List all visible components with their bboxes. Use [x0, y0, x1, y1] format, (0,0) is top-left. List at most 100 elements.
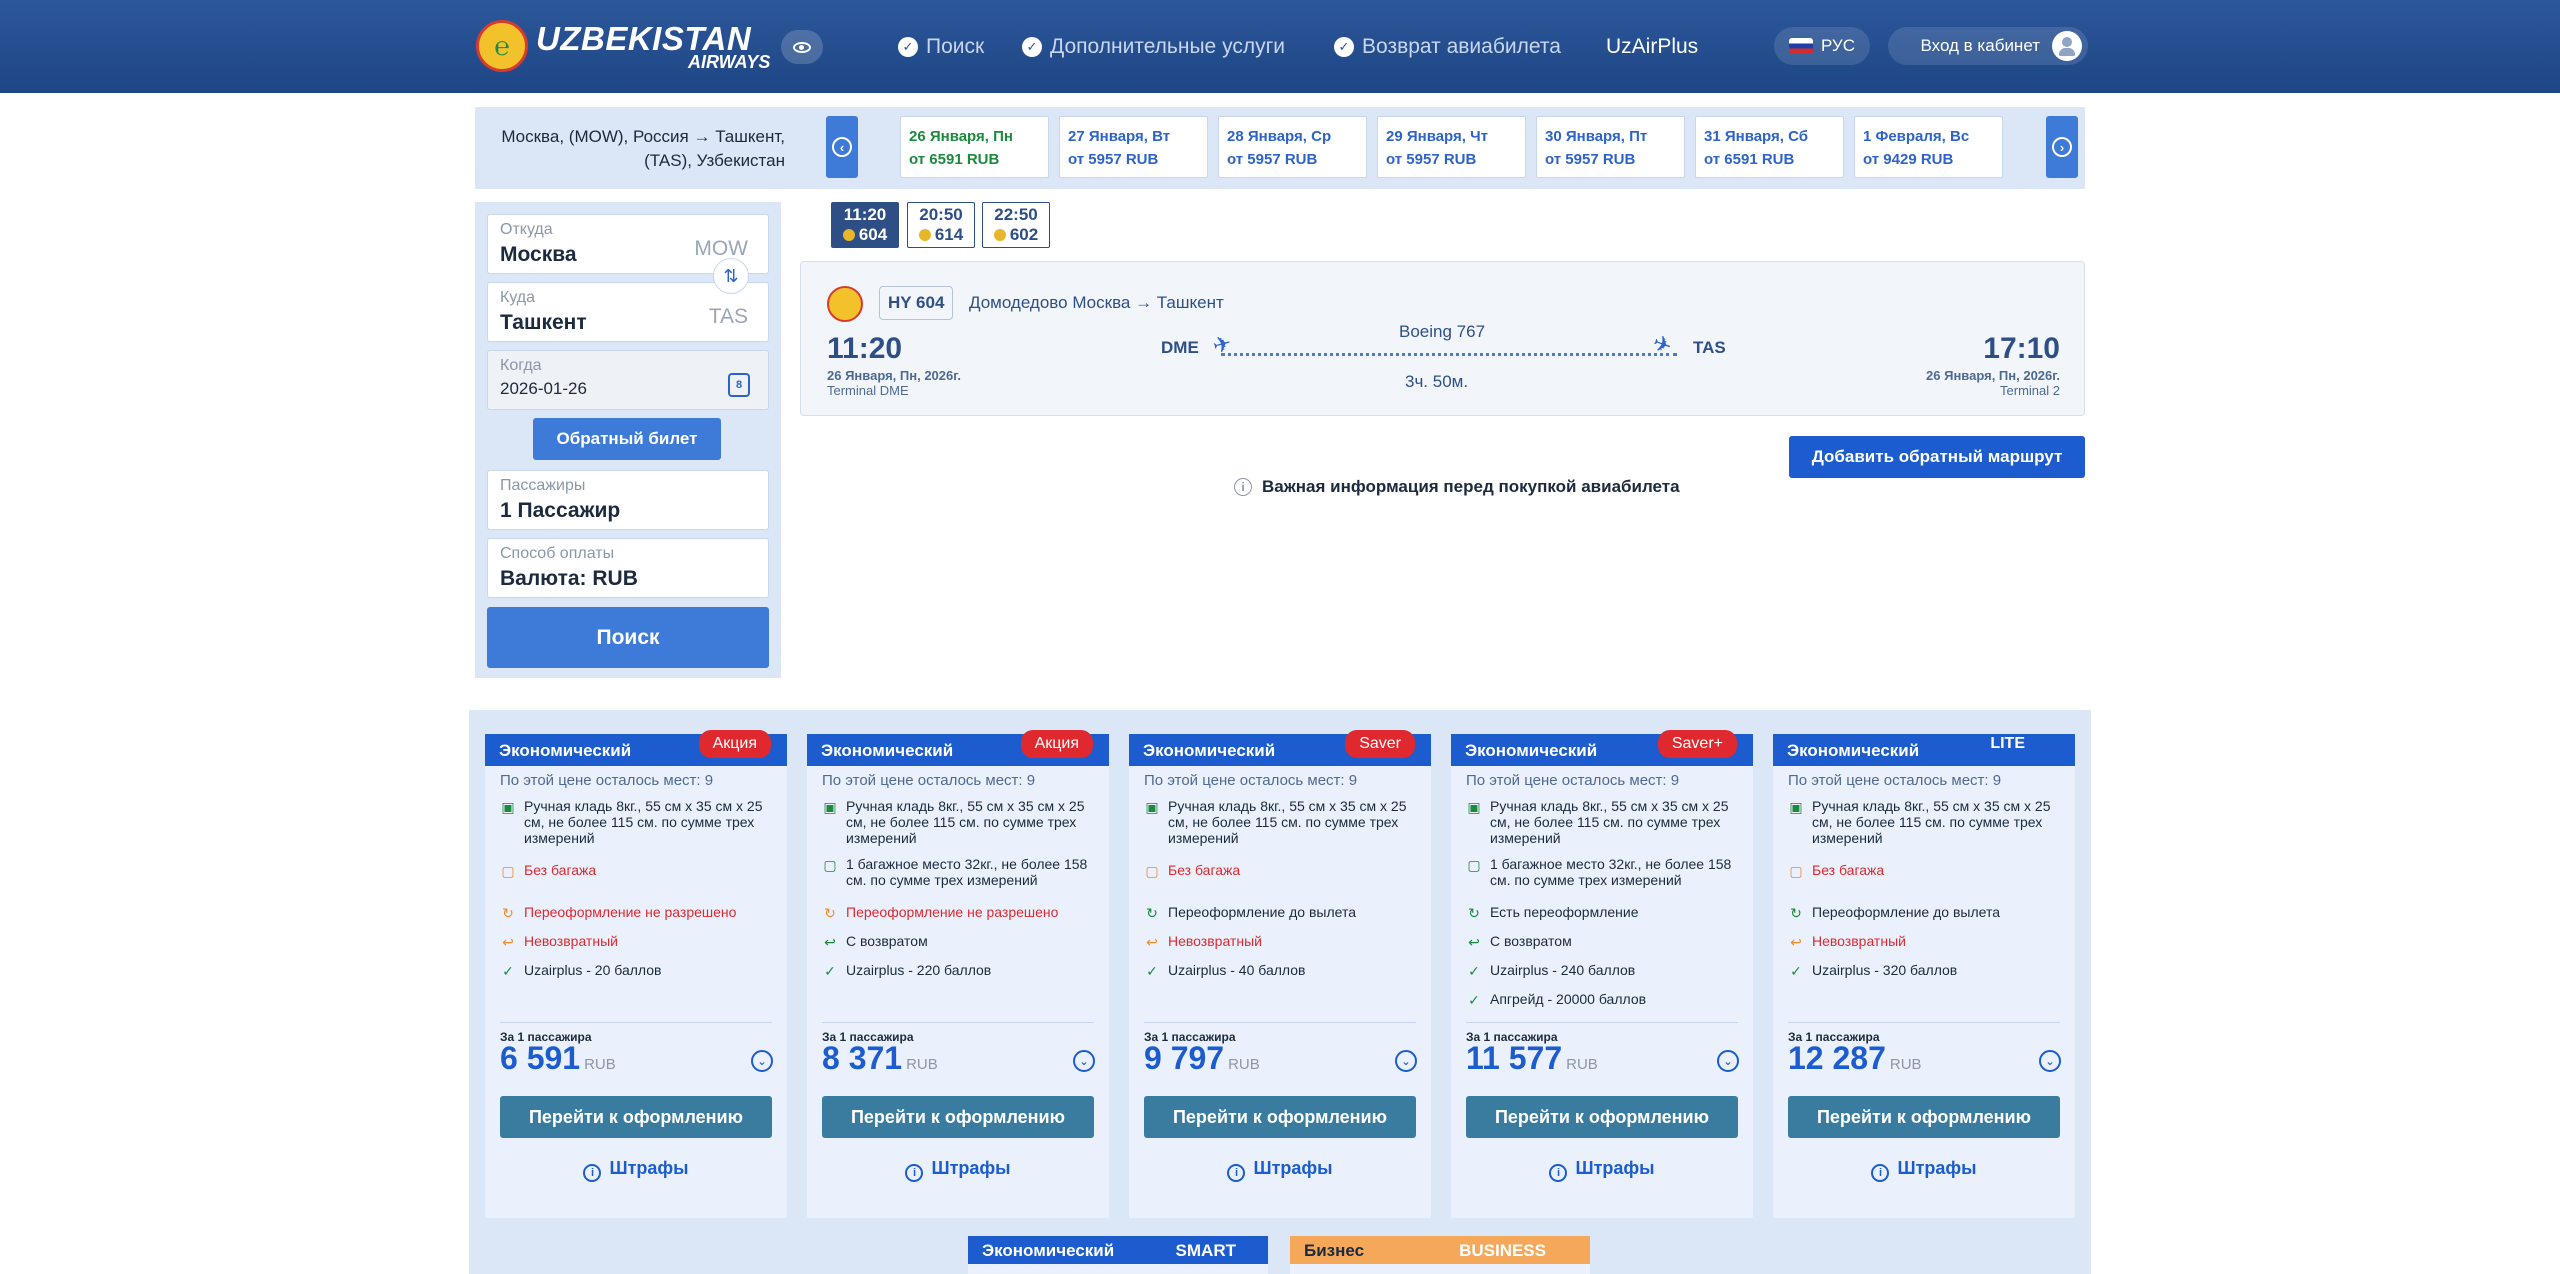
payment-method-field[interactable]: Способ оплаты Валюта: RUB [487, 538, 769, 598]
info-icon: i [1234, 478, 1252, 496]
add-return-route-button[interactable]: Добавить обратный маршрут [1789, 436, 2085, 478]
language-selector[interactable]: РУС [1774, 27, 1870, 65]
feature-text: Ручная кладь 8кг., 55 см х 35 см х 25 см… [1168, 798, 1407, 846]
seats-left: По этой цене осталось мест: 9 [1788, 772, 2002, 789]
time-tab[interactable]: 22:50 602 [982, 202, 1050, 248]
field-value: Валюта: RUB [500, 567, 638, 590]
fare-feature: ▣ Ручная кладь 8кг., 55 см х 35 см х 25 с… [1788, 798, 2063, 846]
fare-feature: ↻ Есть переоформление [1466, 904, 1741, 921]
check-icon: ✓ [502, 963, 514, 979]
field-value: 2026-01-26 [500, 379, 587, 398]
feature-text: Без багажа [1812, 862, 1885, 878]
fines-link[interactable]: i Штрафы [485, 1158, 787, 1182]
important-info-label: Важная информация перед покупкой авиабил… [1262, 477, 1680, 496]
date-label: 1 Февраля, Вс [1863, 128, 1970, 145]
fines-link[interactable]: i Штрафы [1773, 1158, 2075, 1182]
expand-chevron-icon[interactable]: ⌄ [1717, 1050, 1739, 1072]
divider [500, 1022, 772, 1023]
fare-price: 9 797 RUB [1144, 1040, 1260, 1077]
fare-feature: ▣ Ручная кладь 8кг., 55 см х 35 см х 25 с… [1144, 798, 1419, 846]
fare-feature: ✓ Uzairplus - 320 баллов [1788, 962, 2063, 979]
checkout-button[interactable]: Перейти к оформлению [500, 1096, 772, 1138]
fines-link[interactable]: i Штрафы [1129, 1158, 1431, 1182]
feature-text: Ручная кладь 8кг., 55 см х 35 см х 25 см… [846, 798, 1085, 846]
refund-icon: ↩ [1790, 934, 1802, 950]
feature-text: С возвратом [1490, 933, 1572, 949]
russia-flag-icon [1788, 38, 1813, 54]
flight-details-card: HY 604 Домодедово Москва → Ташкент 11:20… [800, 261, 2085, 416]
date-card[interactable]: 29 Января, Чт от 5957 RUB [1377, 116, 1526, 178]
accessibility-eye-button[interactable] [781, 30, 823, 64]
date-card[interactable]: 27 Января, Вт от 5957 RUB [1059, 116, 1208, 178]
passengers-field[interactable]: Пассажиры 1 Пассажир [487, 470, 769, 530]
feature-text: Ручная кладь 8кг., 55 см х 35 см х 25 см… [1812, 798, 2051, 846]
refund-icon: ↩ [502, 934, 514, 950]
expand-chevron-icon[interactable]: ⌄ [751, 1050, 773, 1072]
fare-price: 12 287 RUB [1788, 1040, 1922, 1077]
time-tab[interactable]: 20:50 614 [907, 202, 975, 248]
nav-search[interactable]: ✓ Поиск [898, 30, 984, 64]
fare-header: Экономический Saver [1129, 730, 1431, 766]
route-line: (TAS), Узбекистан [644, 151, 785, 170]
fare-title: Экономический [821, 741, 954, 760]
date-price: от 5957 RUB [1386, 151, 1477, 168]
route-summary: Москва, (MOW), Россия → Ташкент, (TAS), … [485, 125, 785, 173]
checkout-button[interactable]: Перейти к оформлению [822, 1096, 1094, 1138]
fare-card-smart[interactable]: Экономический SMART [968, 1236, 1268, 1274]
fare-feature: ✓ Uzairplus - 240 баллов [1466, 962, 1741, 979]
check-icon: ✓ [1022, 37, 1042, 57]
field-label: Способ оплаты [500, 545, 615, 562]
feature-text: 1 багажное место 32кг., не более 158 см.… [846, 856, 1088, 888]
feature-text: Есть переоформление [1490, 904, 1639, 920]
fare-price: 11 577 RUB [1466, 1040, 1598, 1077]
nav-uzairplus[interactable]: UzAirPlus [1606, 30, 1698, 64]
nav-ticket-refund[interactable]: ✓ Возврат авиабилета [1334, 30, 1561, 64]
expand-chevron-icon[interactable]: ⌄ [1395, 1050, 1417, 1072]
fare-badge: LITE [1990, 735, 2025, 752]
checkout-button[interactable]: Перейти к оформлению [1144, 1096, 1416, 1138]
airline-logo[interactable]: ℮ UZBEKISTAN AIRWAYS [476, 18, 770, 74]
feature-text: Uzairplus - 20 баллов [524, 962, 662, 978]
nav-extra-services[interactable]: ✓ Дополнительные услуги [1022, 30, 1285, 64]
search-button[interactable]: Поиск [487, 607, 769, 668]
swap-direction-button[interactable]: ⇅ [713, 258, 749, 294]
important-info-link[interactable]: i Важная информация перед покупкой авиаби… [1234, 477, 1680, 497]
airline-dot-icon [918, 229, 931, 241]
expand-chevron-icon[interactable]: ⌄ [2039, 1050, 2061, 1072]
date-field[interactable]: Когда 2026-01-26 8 [487, 350, 769, 410]
fare-feature: ▢ Без багажа [500, 862, 775, 879]
price-value: 6 591 [500, 1040, 581, 1076]
flight-code: HY 604 [879, 286, 954, 320]
arrival-date: 26 Января, Пн, 2026г. [1926, 368, 2060, 383]
date-card[interactable]: 30 Января, Пт от 5957 RUB [1536, 116, 1685, 178]
return-ticket-button[interactable]: Обратный билет [533, 418, 721, 460]
fare-feature: ▣ Ручная кладь 8кг., 55 см х 35 см х 25 с… [500, 798, 775, 846]
fines-link[interactable]: i Штрафы [1451, 1158, 1753, 1182]
prev-dates-button[interactable]: ‹ [826, 116, 858, 178]
date-card[interactable]: 26 Января, Пн от 6591 RUB [900, 116, 1049, 178]
time-tab[interactable]: 11:20 604 [831, 202, 899, 248]
date-card[interactable]: 28 Января, Ср от 5957 RUB [1218, 116, 1367, 178]
login-button[interactable]: Вход в кабинет [1888, 27, 2088, 65]
eye-icon [793, 41, 811, 53]
check-icon: ✓ [1334, 37, 1354, 57]
fare-title: Бизнес [1304, 1241, 1365, 1260]
feature-text: Невозвратный [1812, 933, 1906, 949]
date-label: 28 Января, Ср [1227, 128, 1332, 145]
checkout-button[interactable]: Перейти к оформлению [1466, 1096, 1738, 1138]
feature-text: Uzairplus - 240 баллов [1490, 962, 1636, 978]
fare-options: Экономический Акция По этой цене осталось… [469, 710, 2091, 1274]
fare-card-business[interactable]: Бизнес BUSINESS [1290, 1236, 1590, 1274]
fines-label: Штрафы [1575, 1158, 1655, 1178]
calendar-icon[interactable]: 8 [728, 373, 750, 397]
date-card[interactable]: 31 Января, Сб от 6591 RUB [1695, 116, 1844, 178]
info-icon: i [583, 1164, 602, 1182]
rebook-icon: ↻ [1146, 905, 1158, 921]
date-card[interactable]: 1 Февраля, Вс от 9429 RUB [1854, 116, 2003, 178]
next-dates-button[interactable]: › [2046, 116, 2078, 178]
checkout-button[interactable]: Перейти к оформлению [1788, 1096, 2060, 1138]
fines-link[interactable]: i Штрафы [807, 1158, 1109, 1182]
fare-tag: SMART [1175, 1241, 1236, 1260]
fare-header: Бизнес BUSINESS [1290, 1236, 1590, 1264]
expand-chevron-icon[interactable]: ⌄ [1073, 1050, 1095, 1072]
